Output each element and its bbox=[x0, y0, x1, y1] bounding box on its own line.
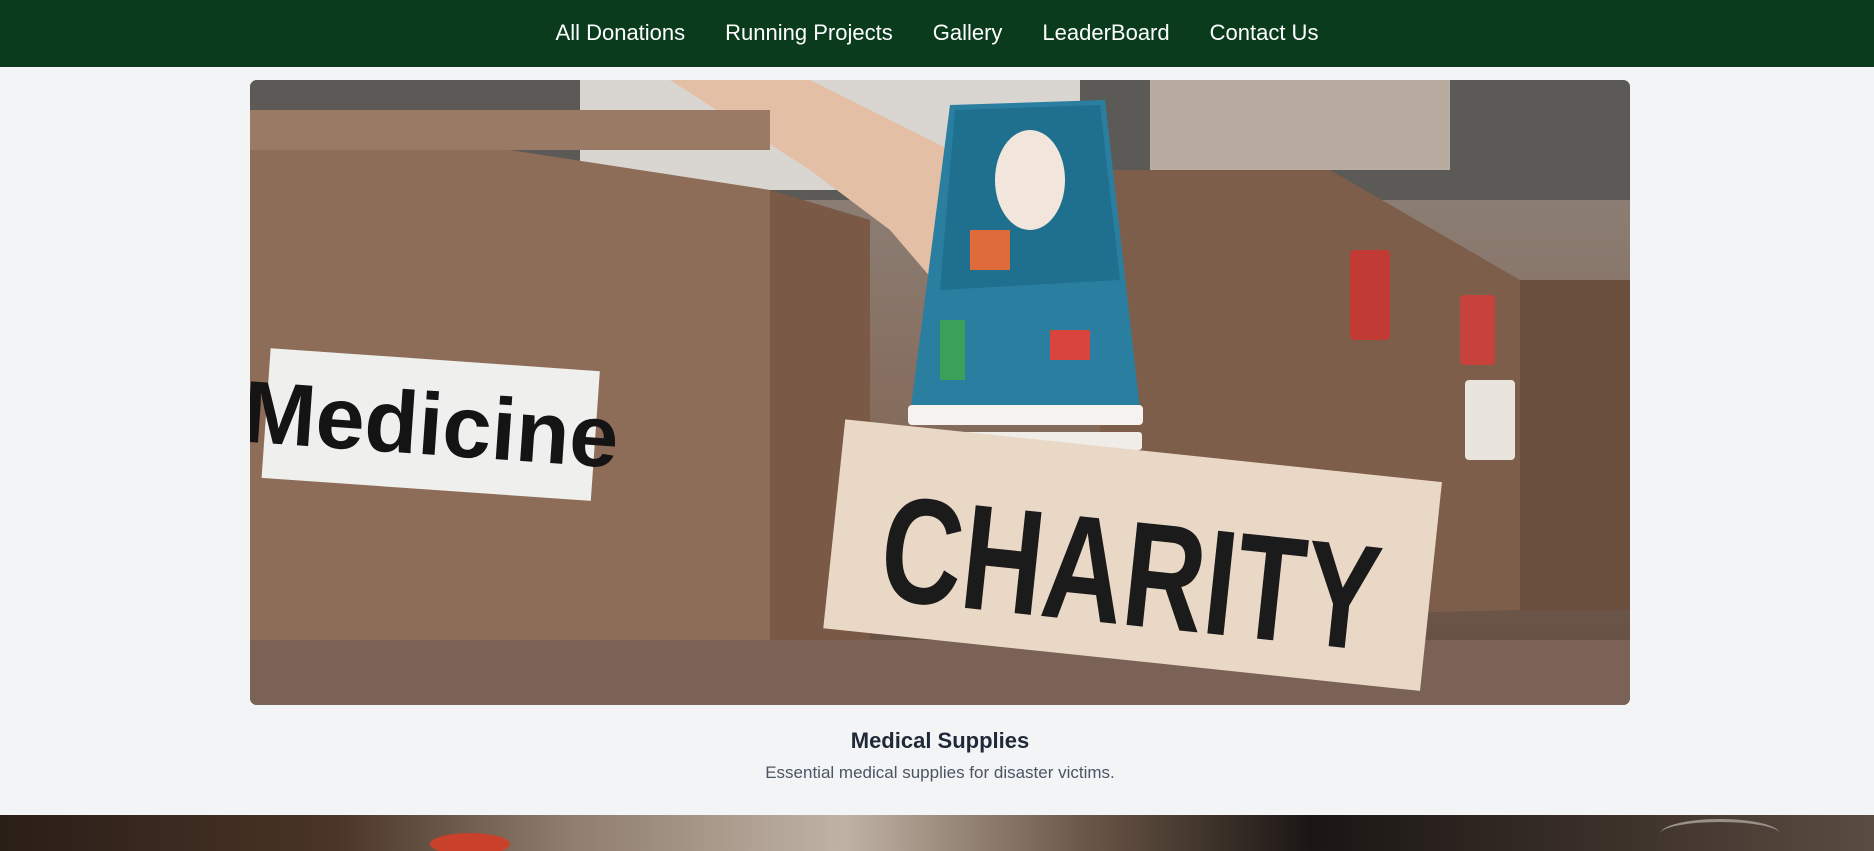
nav-leaderboard[interactable]: LeaderBoard bbox=[1042, 20, 1169, 48]
project-title: Medical Supplies bbox=[850, 728, 1030, 753]
next-image-detail bbox=[430, 833, 510, 851]
hero-image: Medicine CHARITY bbox=[250, 80, 1630, 705]
nav-contact-us[interactable]: Contact Us bbox=[1210, 20, 1319, 48]
nav-running-projects[interactable]: Running Projects bbox=[725, 20, 893, 48]
nav-gallery[interactable]: Gallery bbox=[933, 20, 1003, 48]
next-gallery-image bbox=[0, 815, 1874, 851]
next-image-detail bbox=[1660, 819, 1780, 849]
project-description: Essential medical supplies for disaster … bbox=[765, 763, 1115, 782]
top-navbar: All Donations Running Projects Gallery L… bbox=[0, 0, 1874, 67]
nav-all-donations[interactable]: All Donations bbox=[556, 20, 686, 48]
charity-photo: Medicine CHARITY bbox=[250, 80, 1630, 705]
